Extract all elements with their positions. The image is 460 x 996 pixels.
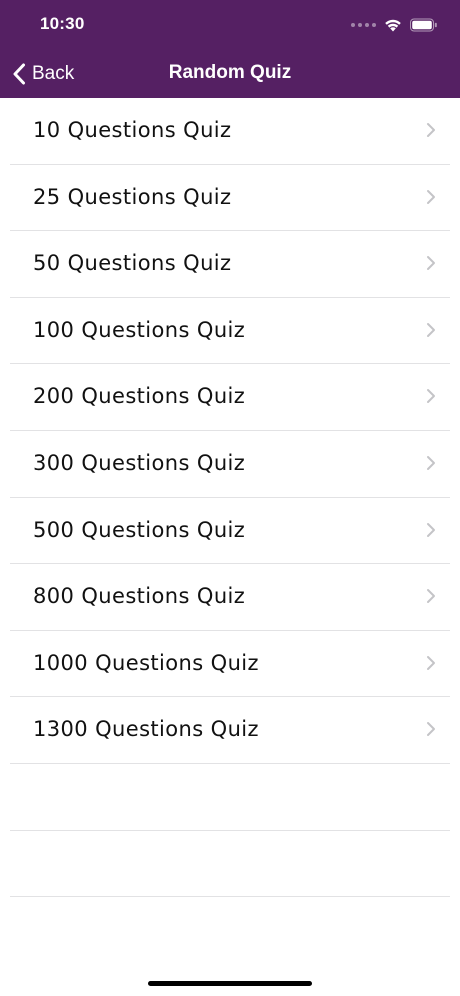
quiz-row-label: 800 Questions Quiz: [33, 584, 246, 609]
quiz-row-500[interactable]: 500 Questions Quiz: [0, 498, 460, 565]
chevron-right-icon: [427, 655, 435, 670]
header: 10:30 Back Random Quiz: [0, 0, 460, 98]
quiz-row-50[interactable]: 50 Questions Quiz: [0, 231, 460, 298]
chevron-right-icon: [427, 389, 435, 404]
home-indicator[interactable]: [148, 981, 312, 986]
chevron-right-icon: [427, 589, 435, 604]
quiz-row-label: 1000 Questions Quiz: [33, 650, 259, 675]
quiz-row-label: 100 Questions Quiz: [33, 317, 246, 342]
quiz-row-25[interactable]: 25 Questions Quiz: [0, 165, 460, 232]
quiz-row-300[interactable]: 300 Questions Quiz: [0, 431, 460, 498]
quiz-row-1000[interactable]: 1000 Questions Quiz: [0, 631, 460, 698]
quiz-row-200[interactable]: 200 Questions Quiz: [0, 364, 460, 431]
chevron-right-icon: [427, 322, 435, 337]
empty-row: [0, 764, 460, 831]
quiz-row-label: 1300 Questions Quiz: [33, 717, 259, 742]
quiz-row-label: 25 Questions Quiz: [33, 184, 232, 209]
quiz-row-10[interactable]: 10 Questions Quiz: [0, 98, 460, 165]
status-bar: 10:30: [0, 0, 460, 50]
empty-row: [0, 831, 460, 898]
quiz-row-800[interactable]: 800 Questions Quiz: [0, 564, 460, 631]
chevron-right-icon: [427, 455, 435, 470]
chevron-right-icon: [427, 189, 435, 204]
quiz-row-label: 200 Questions Quiz: [33, 384, 246, 409]
quiz-row-label: 500 Questions Quiz: [33, 517, 246, 542]
wifi-icon: [385, 19, 401, 32]
quiz-row-1300[interactable]: 1300 Questions Quiz: [0, 697, 460, 764]
status-icons: [351, 16, 438, 34]
battery-icon: [410, 18, 437, 32]
chevron-right-icon: [427, 522, 435, 537]
page-title: Random Quiz: [168, 62, 292, 83]
quiz-row-label: 50 Questions Quiz: [33, 251, 232, 276]
navigation-bar: Back Random Quiz: [0, 50, 460, 98]
quiz-row-100[interactable]: 100 Questions Quiz: [0, 298, 460, 365]
quiz-row-label: 10 Questions Quiz: [33, 118, 232, 142]
cellular-signal-icon: [351, 23, 376, 27]
chevron-right-icon: [427, 722, 435, 737]
quiz-list: 10 Questions Quiz 25 Questions Quiz 50 Q…: [0, 98, 460, 897]
status-time: 10:30: [40, 14, 85, 33]
quiz-row-label: 300 Questions Quiz: [33, 450, 246, 475]
chevron-right-icon: [427, 123, 435, 137]
chevron-right-icon: [427, 256, 435, 271]
